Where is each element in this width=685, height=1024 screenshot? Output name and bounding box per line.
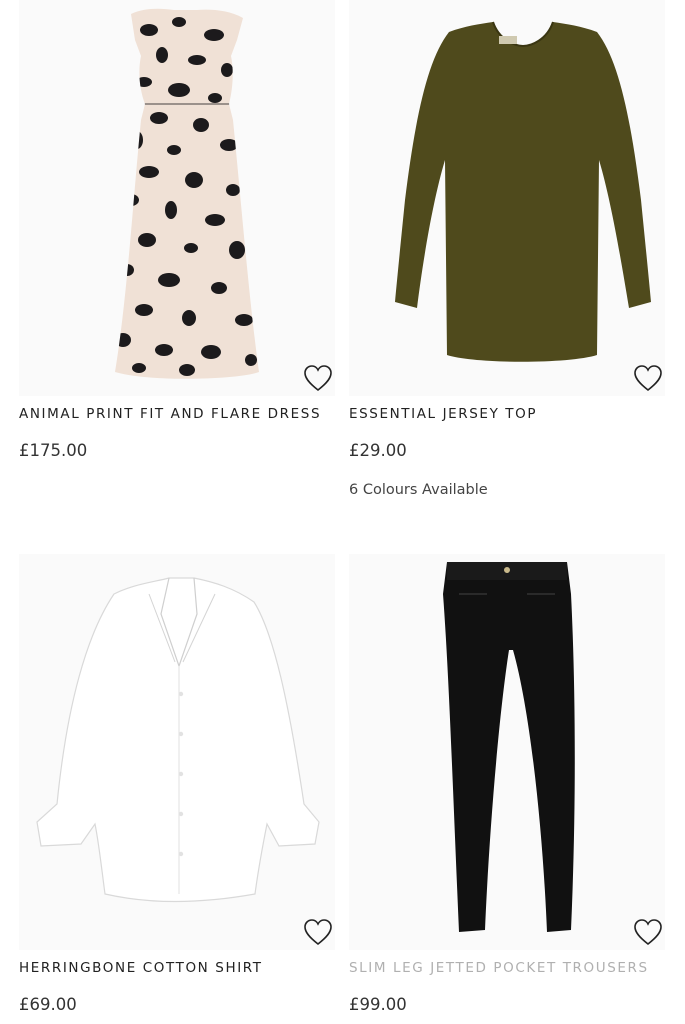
product-title[interactable]: SLIM LEG JETTED POCKET TROUSERS	[349, 960, 679, 976]
product-title[interactable]: ESSENTIAL JERSEY TOP	[349, 406, 679, 422]
product-image-top[interactable]	[349, 0, 665, 396]
wishlist-heart-icon[interactable]	[303, 364, 333, 392]
product-image-dress[interactable]	[19, 0, 335, 396]
product-card[interactable]: ANIMAL PRINT FIT AND FLARE DRESS £175.00	[19, 0, 349, 460]
product-image-shirt[interactable]	[19, 554, 335, 950]
product-image-trousers[interactable]	[349, 554, 665, 950]
product-card[interactable]: SLIM LEG JETTED POCKET TROUSERS £99.00	[349, 554, 679, 1014]
product-price: £69.00	[19, 995, 77, 1014]
product-card[interactable]: HERRINGBONE COTTON SHIRT £69.00	[19, 554, 349, 1014]
product-card[interactable]: ESSENTIAL JERSEY TOP £29.00 6 Colours Av…	[349, 0, 679, 498]
wishlist-heart-icon[interactable]	[633, 918, 663, 946]
leopard-dress-image	[115, 8, 259, 379]
colours-available[interactable]: 6 Colours Available	[349, 482, 679, 498]
product-price: £99.00	[349, 995, 407, 1014]
product-title[interactable]: HERRINGBONE COTTON SHIRT	[19, 960, 349, 976]
product-price: £175.00	[19, 441, 88, 460]
product-title[interactable]: ANIMAL PRINT FIT AND FLARE DRESS	[19, 406, 349, 422]
white-shirt-image	[19, 554, 335, 950]
olive-top-image	[395, 21, 651, 362]
product-price: £29.00	[349, 441, 407, 460]
wishlist-heart-icon[interactable]	[633, 364, 663, 392]
wishlist-heart-icon[interactable]	[303, 918, 333, 946]
black-trousers-image	[443, 562, 575, 932]
